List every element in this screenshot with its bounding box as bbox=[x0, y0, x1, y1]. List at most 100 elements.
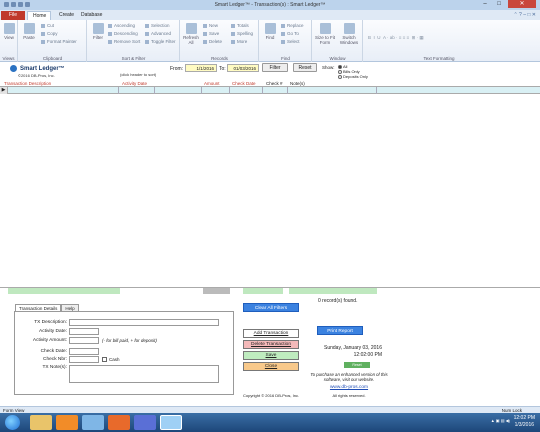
current-time: 12:02:00 PM bbox=[353, 352, 382, 358]
program-icon[interactable] bbox=[134, 415, 156, 430]
cell-blank[interactable] bbox=[156, 87, 202, 94]
minimize-button[interactable]: – bbox=[478, 0, 492, 8]
replace-icon bbox=[281, 23, 285, 28]
app-logo: Smart Ledger™ bbox=[10, 65, 65, 72]
delete-icon bbox=[203, 39, 207, 44]
copy-button[interactable]: Copy bbox=[41, 31, 58, 36]
cell-amount[interactable] bbox=[203, 87, 230, 94]
form-header: Smart Ledger™ ©2016 DB-Pros, Inc. (click… bbox=[0, 62, 540, 86]
activity-amount-field[interactable] bbox=[69, 337, 99, 344]
descending-button[interactable]: Descending bbox=[108, 31, 138, 36]
more-button[interactable]: More bbox=[231, 39, 247, 44]
show-label: Show: bbox=[322, 65, 335, 70]
cell-check-date[interactable] bbox=[231, 87, 263, 94]
find-button[interactable]: Find bbox=[262, 23, 278, 40]
footer-copyright: Copyright © 2016 DB-Pros, Inc. bbox=[243, 393, 300, 398]
view-button[interactable]: View bbox=[1, 23, 17, 40]
scissors-icon bbox=[41, 23, 45, 28]
from-date-field[interactable]: 1/1/2016 bbox=[185, 64, 217, 72]
add-transaction-button[interactable]: Add Transaction bbox=[243, 329, 299, 338]
window-title: Smart Ledger™ - Transaction(s) : Smart L… bbox=[214, 2, 326, 8]
toggle-filter-button[interactable]: Toggle Filter bbox=[145, 39, 176, 44]
reset-small-button[interactable]: Reset bbox=[344, 362, 370, 368]
size-to-fit-button[interactable]: Size to Fit Form bbox=[315, 23, 335, 45]
tab-file[interactable]: File bbox=[1, 11, 25, 20]
sigma-icon bbox=[231, 23, 235, 28]
check-date-field[interactable] bbox=[69, 348, 99, 355]
media-player-icon[interactable] bbox=[56, 415, 78, 430]
refresh-all-button[interactable]: Refresh All bbox=[183, 23, 199, 45]
check-nbr-field[interactable] bbox=[69, 356, 99, 363]
check-nbr-label: Check Nbr: bbox=[43, 357, 67, 362]
find-group: Find Replace Go To Select Find bbox=[260, 20, 312, 62]
close-window-button[interactable]: ✕ bbox=[508, 0, 536, 8]
advanced-button[interactable]: Advanced bbox=[145, 31, 171, 36]
taskbar-clock[interactable]: 12:02 PM 1/3/2016 bbox=[514, 415, 535, 429]
tab-home[interactable]: Home bbox=[27, 11, 51, 20]
cell-check-no[interactable] bbox=[264, 87, 288, 94]
cash-checkbox[interactable] bbox=[102, 357, 107, 362]
save-record-button[interactable]: Save bbox=[203, 31, 219, 36]
funnel-icon bbox=[92, 23, 104, 34]
totals-button[interactable]: Totals bbox=[231, 23, 249, 28]
tx-notes-label: TX Note(s): bbox=[42, 365, 67, 370]
selection-icon bbox=[145, 23, 149, 28]
views-group: View Views bbox=[0, 20, 18, 62]
advanced-filter-icon bbox=[145, 31, 149, 36]
paste-button[interactable]: Paste bbox=[21, 23, 37, 40]
text-format-tools[interactable]: B I U A · ab · ≡ ≡ ≡ ⊞ · ▦ bbox=[368, 35, 424, 41]
app-icon[interactable] bbox=[82, 415, 104, 430]
ascending-button[interactable]: Ascending bbox=[108, 23, 135, 28]
cell-activity-date[interactable] bbox=[120, 87, 155, 94]
detail-panel: Transaction Details Help TX Description: … bbox=[0, 294, 540, 406]
rights-text: All rights reserved. bbox=[332, 393, 366, 398]
website-link[interactable]: www.db-pros.com bbox=[305, 385, 393, 390]
row-selector-icon[interactable]: ▶ bbox=[0, 87, 8, 94]
clear-all-filters-button[interactable]: Clear All Filters bbox=[243, 303, 299, 312]
new-record-button[interactable]: New bbox=[203, 23, 218, 28]
switch-windows-button[interactable]: Switch Windows bbox=[338, 23, 360, 45]
status-bar: Form View Num Lock bbox=[0, 406, 540, 413]
to-date-field[interactable]: 01/03/2016 bbox=[227, 64, 259, 72]
print-report-button[interactable]: Print Report bbox=[317, 326, 363, 335]
filter-ribbon-button[interactable]: Filter bbox=[90, 23, 106, 40]
remove-sort-button[interactable]: Remove Sort bbox=[108, 39, 140, 44]
cell-description[interactable] bbox=[9, 87, 119, 94]
select-button[interactable]: Select bbox=[281, 39, 300, 44]
selection-button[interactable]: Selection bbox=[145, 23, 170, 28]
start-button-icon[interactable] bbox=[5, 415, 20, 430]
maximize-button[interactable]: □ bbox=[492, 0, 506, 8]
save-button[interactable]: Save bbox=[243, 351, 299, 360]
replace-button[interactable]: Replace bbox=[281, 23, 304, 28]
new-record-row[interactable]: ▶ bbox=[0, 86, 540, 94]
format-painter-button[interactable]: Format Painter bbox=[41, 39, 77, 44]
reset-button[interactable]: Reset bbox=[293, 63, 317, 72]
records-group: Refresh All New Save Delete Totals Spell… bbox=[181, 20, 259, 62]
cut-button[interactable]: Cut bbox=[41, 23, 54, 28]
firefox-icon[interactable] bbox=[108, 415, 130, 430]
activity-date-field[interactable] bbox=[69, 328, 99, 335]
header-copyright: ©2016 DB-Pros, Inc. bbox=[18, 73, 55, 78]
explorer-icon[interactable] bbox=[30, 415, 52, 430]
amount-note: (- for bill paid, + for deposit) bbox=[102, 338, 157, 343]
radio-deposits-only[interactable]: Deposits Only bbox=[338, 74, 368, 79]
tab-database[interactable]: Database bbox=[76, 11, 107, 20]
cell-notes[interactable] bbox=[289, 87, 377, 94]
tx-notes-field[interactable] bbox=[69, 365, 219, 383]
delete-record-button[interactable]: Delete bbox=[203, 39, 222, 44]
smart-ledger-taskbar-icon[interactable] bbox=[160, 415, 182, 430]
system-tray[interactable]: ▲ ▣ ▤ ◀) bbox=[491, 418, 510, 423]
filter-button[interactable]: Filter bbox=[262, 63, 288, 72]
view-icon bbox=[3, 23, 15, 34]
promo-text: To purchase an enhanced version of this … bbox=[310, 372, 388, 382]
close-button[interactable]: Close bbox=[243, 362, 299, 371]
copy-icon bbox=[41, 31, 45, 36]
delete-transaction-button[interactable]: Delete Transaction bbox=[243, 340, 299, 349]
help-icon[interactable]: ⌃ ? – □ ✕ bbox=[513, 12, 536, 18]
table-footer bbox=[0, 287, 540, 295]
ledger-logo-icon bbox=[10, 65, 17, 72]
tx-description-field[interactable] bbox=[69, 319, 219, 326]
paste-icon bbox=[23, 23, 35, 34]
goto-button[interactable]: Go To bbox=[281, 31, 299, 36]
spelling-button[interactable]: Spelling bbox=[231, 31, 253, 36]
